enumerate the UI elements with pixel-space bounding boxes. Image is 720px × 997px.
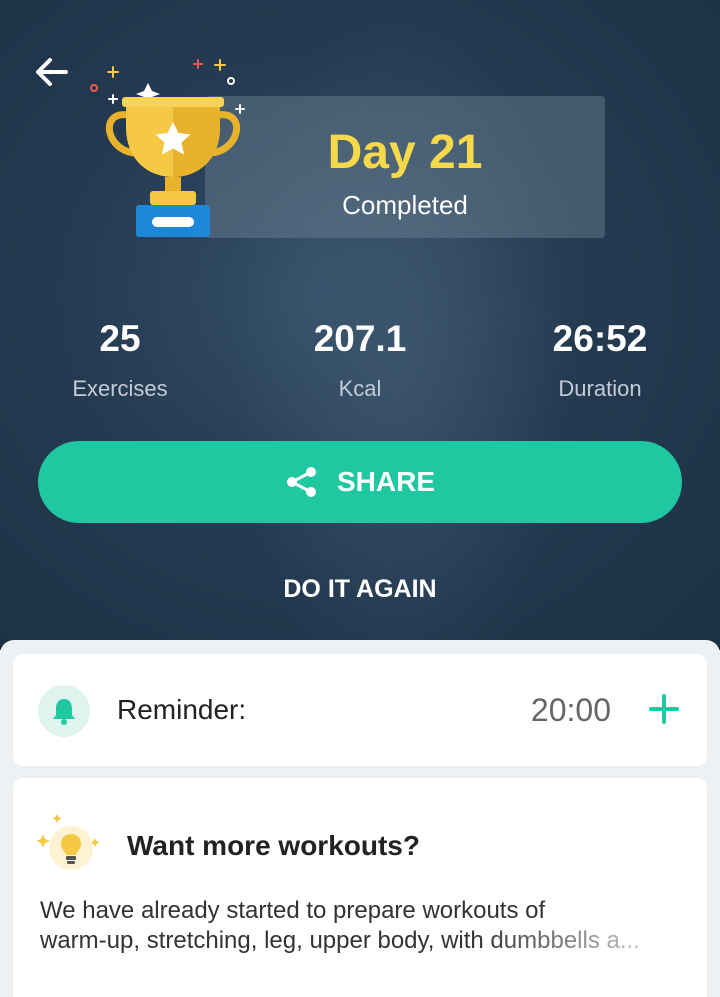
plus-icon: [649, 694, 679, 724]
more-line-1: We have already started to prepare worko…: [40, 897, 546, 924]
reminder-label: Reminder:: [117, 694, 247, 725]
do-it-again-button[interactable]: DO IT AGAIN: [0, 575, 720, 604]
share-label: SHARE: [336, 466, 435, 497]
stat-kcal: 207.1 Kcal: [240, 318, 480, 402]
stat-duration: 26:52 Duration: [480, 318, 720, 402]
more-title: Want more workouts?: [127, 830, 420, 861]
stat-label: Kcal: [338, 376, 382, 401]
stat-value: 25: [99, 318, 141, 359]
stat-label: Exercises: [72, 376, 168, 401]
bell-icon: [53, 699, 75, 725]
more-workouts-card[interactable]: Want more workouts? We have already star…: [13, 778, 707, 997]
reminder-time[interactable]: 20:00: [531, 692, 611, 729]
day-status: Completed: [342, 190, 468, 220]
share-button[interactable]: SHARE: [38, 441, 682, 523]
reminder-card[interactable]: Reminder: 20:00: [13, 654, 707, 766]
day-title: Day 21: [327, 126, 483, 179]
stat-value: 207.1: [313, 318, 407, 359]
text-fade: [477, 928, 707, 962]
bell-badge: [38, 685, 90, 737]
hero-background: Day 21 Completed 25 Exercises 207.1 Kcal…: [0, 0, 720, 650]
back-button[interactable]: [32, 52, 76, 92]
stat-label: Duration: [558, 376, 642, 401]
add-reminder-button[interactable]: [649, 694, 679, 724]
lightbulb-icon: [37, 814, 99, 870]
arrow-left-icon: [36, 58, 68, 86]
stat-value: 26:52: [552, 318, 648, 359]
stat-exercises: 25 Exercises: [0, 318, 240, 402]
share-icon: [286, 467, 316, 497]
